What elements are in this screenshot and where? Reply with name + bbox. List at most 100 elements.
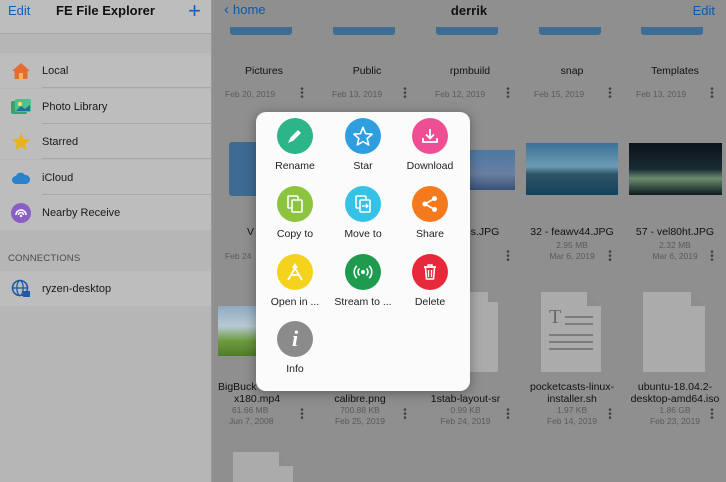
- more-icon[interactable]: • • •: [402, 406, 408, 424]
- action-label: Open in ...: [270, 296, 320, 308]
- sidebar: Edit FE File Explorer + Local Photo Libr…: [0, 0, 212, 482]
- file-name: rpmbuild: [449, 65, 491, 77]
- more-icon[interactable]: • • •: [607, 248, 613, 266]
- document-icon[interactable]: [643, 292, 705, 372]
- file-size: 0.99 KB: [450, 405, 481, 415]
- sidebar-item-starred[interactable]: Starred: [0, 124, 211, 159]
- share-action[interactable]: Share: [394, 186, 466, 240]
- open-in-action[interactable]: Open in ...: [259, 254, 331, 308]
- action-label: Info: [286, 363, 304, 375]
- document-icon[interactable]: [233, 452, 293, 482]
- sidebar-item-label: Local: [42, 64, 69, 77]
- network-globe-icon: [0, 279, 42, 299]
- file-name: pocketcasts-linux-: [529, 381, 615, 393]
- sidebar-item-ryzen-desktop[interactable]: ryzen-desktop: [0, 271, 211, 306]
- action-label: Move to: [344, 228, 382, 240]
- share-icon: [412, 186, 448, 222]
- file-name: 1stab-layout-sr: [430, 393, 501, 405]
- file-name: x180.mp4: [234, 393, 281, 405]
- file-name: snap: [560, 65, 584, 77]
- photo-library-icon: [0, 98, 42, 116]
- open-in-icon: [277, 254, 313, 290]
- image-thumbnail[interactable]: [470, 150, 515, 190]
- text-file-glyph-icon: T: [549, 306, 562, 328]
- browser-navbar: ‹ home derrik Edit: [212, 0, 726, 26]
- action-label: Delete: [414, 296, 446, 308]
- sidebar-item-label: ryzen-desktop: [42, 282, 112, 295]
- copy-to-action[interactable]: Copy to: [259, 186, 331, 240]
- sidebar-item-local[interactable]: Local: [0, 53, 211, 88]
- text-file-icon[interactable]: T: [541, 292, 601, 372]
- more-icon[interactable]: • • •: [709, 85, 715, 103]
- copy-icon: [277, 186, 313, 222]
- folder-title: derrik: [450, 3, 488, 18]
- nearby-receive-icon: [0, 202, 42, 224]
- more-icon[interactable]: • • •: [505, 85, 511, 103]
- more-icon[interactable]: • • •: [505, 248, 511, 266]
- sidebar-item-photo-library[interactable]: Photo Library: [0, 89, 211, 124]
- folder-icon[interactable]: [333, 27, 395, 35]
- file-name: ubuntu-18.04.2-: [637, 381, 713, 393]
- file-size: 700.88 KB: [340, 405, 380, 415]
- browser-edit-button[interactable]: Edit: [693, 3, 715, 18]
- sidebar-item-nearby-receive[interactable]: Nearby Receive: [0, 195, 211, 230]
- sidebar-item-label: Starred: [42, 135, 79, 148]
- more-icon[interactable]: • • •: [709, 248, 715, 266]
- file-name: 57 - vel80ht.JPG: [635, 226, 715, 238]
- folder-icon[interactable]: [539, 27, 601, 35]
- more-icon[interactable]: • • •: [709, 406, 715, 424]
- sidebar-header: Edit FE File Explorer +: [0, 0, 211, 34]
- download-icon: [412, 118, 448, 154]
- folder-icon[interactable]: [230, 27, 292, 35]
- video-thumbnail[interactable]: [218, 306, 256, 356]
- action-label: Copy to: [276, 228, 314, 240]
- download-action[interactable]: Download: [394, 118, 466, 172]
- file-name: calibre.png: [334, 393, 386, 405]
- more-icon[interactable]: • • •: [402, 85, 408, 103]
- move-to-action[interactable]: Move to: [327, 186, 399, 240]
- action-label: Rename: [275, 160, 315, 172]
- rename-action[interactable]: Rename: [259, 118, 331, 172]
- action-label: Star: [353, 160, 373, 172]
- app-title: FE File Explorer: [56, 3, 155, 18]
- star-action[interactable]: Star: [327, 118, 399, 172]
- house-icon: [0, 62, 42, 80]
- action-label: Share: [415, 228, 445, 240]
- file-date: Feb 24, 2019: [440, 416, 491, 426]
- file-name: Templates: [651, 65, 699, 77]
- file-size: 61.66 MB: [232, 405, 269, 415]
- pencil-icon: [277, 118, 313, 154]
- file-date: Feb 25, 2019: [334, 416, 386, 426]
- more-icon[interactable]: • • •: [299, 406, 305, 424]
- image-thumbnail[interactable]: [629, 143, 722, 195]
- stream-to-action[interactable]: Stream to ...: [327, 254, 399, 308]
- star-outline-icon: [345, 118, 381, 154]
- move-icon: [345, 186, 381, 222]
- more-icon[interactable]: • • •: [505, 406, 511, 424]
- file-name: Public: [352, 65, 382, 77]
- connections-heading: CONNECTIONS: [8, 253, 81, 264]
- file-name: installer.sh: [547, 393, 597, 405]
- sidebar-item-label: iCloud: [42, 171, 74, 184]
- folder-icon[interactable]: [436, 27, 498, 35]
- add-button[interactable]: +: [188, 0, 201, 24]
- star-icon: [0, 132, 42, 151]
- sidebar-item-label: Nearby Receive: [42, 206, 121, 219]
- more-icon[interactable]: • • •: [299, 85, 305, 103]
- image-thumbnail[interactable]: [526, 143, 618, 195]
- cloud-icon: [0, 171, 42, 185]
- more-icon[interactable]: • • •: [607, 406, 613, 424]
- sidebar-item-label: Photo Library: [42, 100, 108, 113]
- more-icon[interactable]: • • •: [607, 85, 613, 103]
- file-name: Pictures: [245, 65, 283, 77]
- document-icon[interactable]: [470, 292, 498, 372]
- delete-action[interactable]: Delete: [394, 254, 466, 308]
- file-date: Jun 7, 2008: [229, 416, 274, 426]
- info-action[interactable]: i Info: [259, 321, 331, 375]
- trash-icon: [412, 254, 448, 290]
- stream-icon: [345, 254, 381, 290]
- sidebar-item-icloud[interactable]: iCloud: [0, 160, 211, 195]
- action-label: Download: [406, 160, 454, 172]
- file-actions-popover: Rename Star Download Copy to Move to Sha…: [256, 112, 470, 391]
- folder-icon[interactable]: [641, 27, 703, 35]
